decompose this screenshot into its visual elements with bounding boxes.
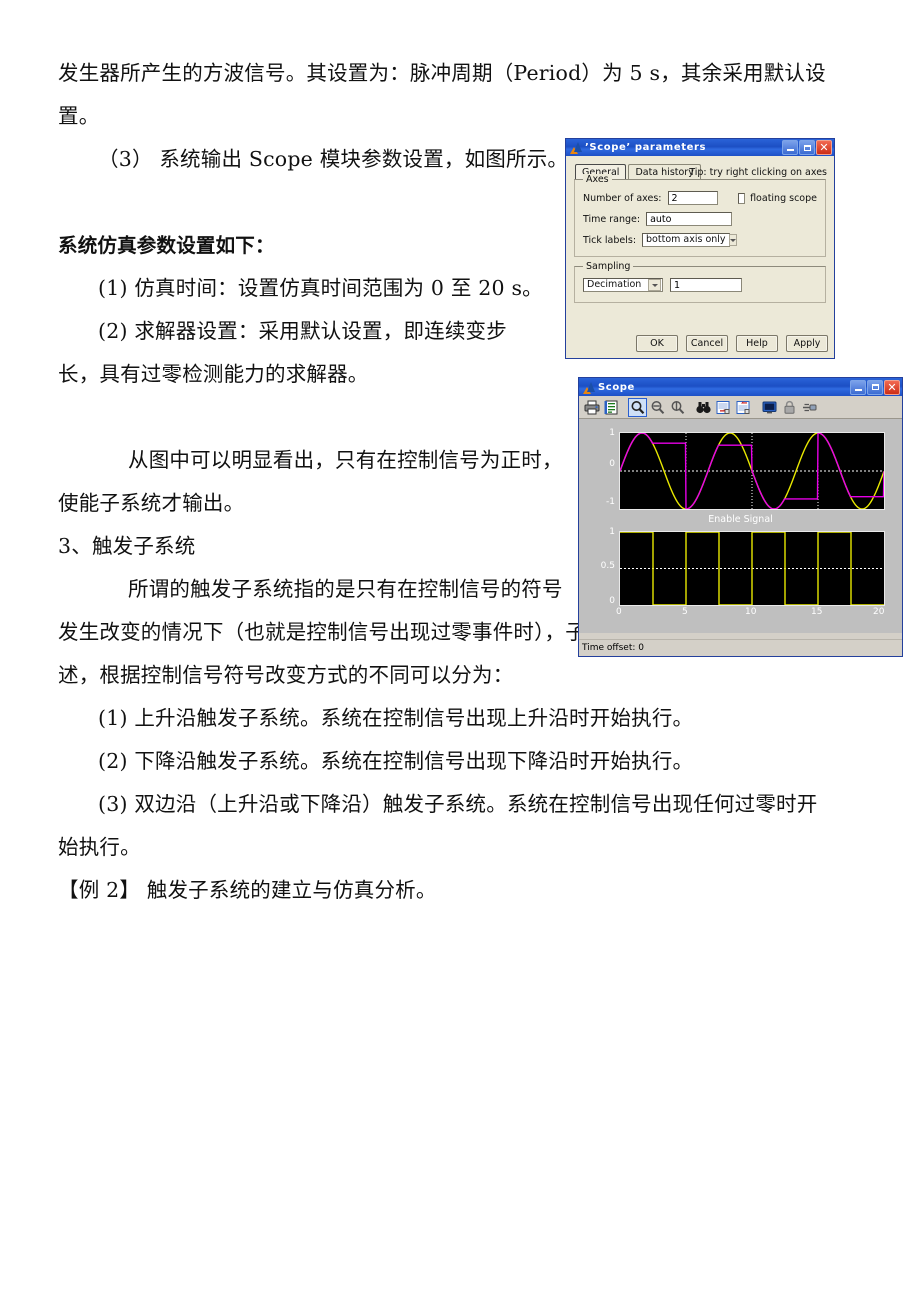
scope-status-bar: Time offset: 0	[579, 639, 902, 656]
sampling-row: Decimation 1	[583, 278, 817, 292]
doc-line: 【例 2】 触发子系统的建立与仿真分析。	[58, 878, 437, 902]
minimize-icon[interactable]	[782, 140, 798, 155]
lock-axes-icon[interactable]	[780, 398, 799, 417]
scope-parameters-body: General Data history Tip: try right clic…	[566, 156, 834, 358]
scope-toolbar	[579, 396, 902, 419]
autoscale-binoculars-icon[interactable]	[694, 398, 713, 417]
tick-labels-label: Tick labels:	[583, 234, 637, 246]
tick-labels-row: Tick labels: bottom axis only	[583, 233, 817, 247]
scope-window-titlebar[interactable]: Scope ✕	[579, 378, 902, 396]
time-range-input[interactable]: auto	[646, 212, 733, 226]
sampling-mode-select[interactable]: Decimation	[583, 278, 663, 292]
x-tick-0: 0	[616, 607, 622, 617]
ok-button[interactable]: OK	[636, 335, 678, 352]
cancel-button[interactable]: Cancel	[686, 335, 728, 352]
scope-window[interactable]: Scope ✕ 1 0 -1 Enable Signal 1 0.5 0 0 5…	[578, 377, 903, 657]
doc-line: (3) 双边沿（上升沿或下降沿）触发子系统。系统在控制信号出现任何过零时开	[98, 792, 818, 816]
document-page: 发生器所产生的方波信号。其设置为：脉冲周期（Period）为 5 s，其余采用默…	[0, 0, 920, 1302]
scope-parameters-titlebar[interactable]: ’Scope’ parameters ✕	[566, 139, 834, 156]
sampling-mode-value: Decimation	[587, 279, 642, 290]
y-tick-bot-1: 1	[609, 527, 615, 537]
number-of-axes-label: Number of axes:	[583, 192, 662, 204]
parameters-icon[interactable]	[602, 398, 621, 417]
apply-button[interactable]: Apply	[786, 335, 828, 352]
tick-labels-select[interactable]: bottom axis only	[642, 233, 737, 247]
doc-line: 发生器所产生的方波信号。其设置为：脉冲周期（Period）为 5 s，其余采用默…	[58, 61, 826, 85]
y-tick-bot-0: 0	[609, 596, 615, 606]
maximize-icon[interactable]	[867, 379, 883, 395]
signal-plot-svg	[619, 432, 885, 510]
doc-line: 置。	[58, 104, 100, 128]
scope-axes-signal[interactable]	[619, 432, 885, 510]
tick-labels-value: bottom axis only	[646, 234, 726, 245]
close-icon[interactable]: ✕	[816, 140, 832, 155]
scope-parameters-title: ’Scope’ parameters	[585, 142, 707, 153]
scope-axes-enable[interactable]	[619, 531, 885, 606]
dialog-button-row: OK Cancel Help Apply	[566, 335, 828, 352]
matlab-logo-icon	[569, 141, 582, 154]
tip-text: Tip: try right clicking on axes	[689, 167, 827, 178]
help-button[interactable]: Help	[736, 335, 778, 352]
signal-selection-icon[interactable]	[800, 398, 819, 417]
close-icon[interactable]: ✕	[884, 379, 900, 395]
y-tick-top-m1: -1	[606, 497, 615, 507]
zoom-y-icon[interactable]	[668, 398, 687, 417]
zoom-icon[interactable]	[628, 397, 647, 417]
doc-line: (2) 下降沿触发子系统。系统在控制信号出现下降沿时开始执行。	[98, 749, 694, 773]
doc-line: 始执行。	[58, 835, 141, 859]
zoom-x-icon[interactable]	[648, 398, 667, 417]
axes-group-legend: Axes	[583, 174, 612, 185]
x-tick-15: 15	[811, 607, 823, 617]
floating-scope-checkbox[interactable]	[737, 192, 746, 204]
x-tick-5: 5	[682, 607, 688, 617]
y-tick-top-1: 1	[609, 428, 615, 438]
scope-parameters-dialog[interactable]: ’Scope’ parameters ✕ General Data histor…	[565, 138, 835, 359]
sampling-group: Sampling Decimation 1	[574, 261, 826, 303]
sampling-amount-input[interactable]: 1	[670, 278, 742, 292]
enable-signal-axes-title: Enable Signal	[708, 514, 773, 525]
maximize-icon[interactable]	[799, 140, 815, 155]
floating-scope-icon[interactable]	[760, 398, 779, 417]
doc-line: (1) 上升沿触发子系统。系统在控制信号出现上升沿时开始执行。	[98, 706, 694, 730]
number-of-axes-input[interactable]: 2	[667, 191, 718, 205]
scope-plot-canvas: 1 0 -1 Enable Signal 1 0.5 0 0 5 10 15 2…	[579, 419, 902, 633]
doc-line: 述，根据控制信号符号改变方式的不同可以分为：	[58, 663, 514, 687]
matlab-logo-icon	[582, 381, 595, 394]
scope-parameters-tabstrip: General Data history Tip: try right clic…	[575, 162, 829, 179]
print-icon[interactable]	[582, 398, 601, 417]
restore-axes-settings-icon[interactable]	[734, 398, 753, 417]
floating-scope-label: floating scope	[750, 192, 817, 204]
chevron-down-icon[interactable]	[728, 234, 737, 246]
y-tick-top-0: 0	[609, 459, 615, 469]
x-tick-10: 10	[745, 607, 757, 617]
y-tick-bot-05: 0.5	[600, 561, 615, 571]
scope-window-title: Scope	[598, 381, 635, 393]
x-tick-20: 20	[873, 607, 885, 617]
time-range-label: Time range:	[583, 213, 641, 225]
time-range-row: Time range: auto	[583, 212, 817, 226]
minimize-icon[interactable]	[850, 379, 866, 395]
axes-group: Axes Number of axes: 2 floating scope Ti…	[574, 174, 826, 257]
number-of-axes-row: Number of axes: 2 floating scope	[583, 191, 817, 205]
enable-plot-svg	[620, 531, 884, 606]
chevron-down-icon[interactable]	[648, 279, 661, 291]
sampling-group-legend: Sampling	[583, 261, 634, 272]
save-axes-settings-icon[interactable]	[714, 398, 733, 417]
